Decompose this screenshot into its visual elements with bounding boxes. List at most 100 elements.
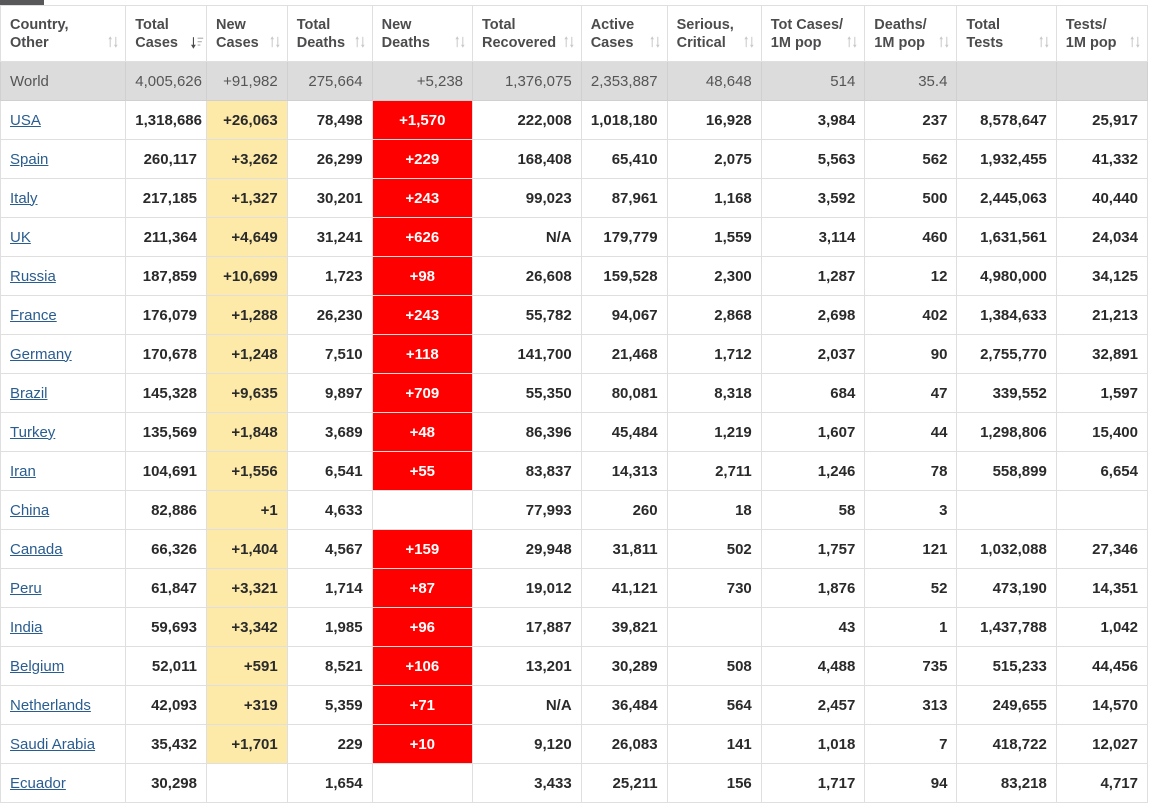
- cell-tests-per-1m: [1055, 61, 1149, 101]
- sort-both-icon[interactable]: [354, 35, 366, 49]
- column-header-serious-critical[interactable]: Serious, Critical: [666, 5, 762, 62]
- cell-total-deaths: 275,664: [286, 61, 373, 101]
- country-link[interactable]: Iran: [10, 463, 36, 480]
- sort-both-icon[interactable]: [107, 35, 119, 49]
- cell-country[interactable]: Ecuador: [0, 763, 127, 803]
- column-header-new-cases[interactable]: New Cases: [205, 5, 288, 62]
- sort-both-icon[interactable]: [563, 35, 575, 49]
- cell-total-deaths: 4,633: [286, 490, 373, 530]
- cell-country[interactable]: Canada: [0, 529, 127, 569]
- country-link[interactable]: USA: [10, 112, 41, 129]
- country-link[interactable]: Russia: [10, 268, 56, 285]
- cell-tot-cases-per-1m: 1,246: [760, 451, 866, 491]
- country-link[interactable]: Brazil: [10, 385, 48, 402]
- sort-both-icon[interactable]: [454, 35, 466, 49]
- cell-new-cases: +91,982: [205, 61, 288, 101]
- column-header-total-tests[interactable]: Total Tests: [956, 5, 1057, 62]
- country-link[interactable]: Belgium: [10, 658, 64, 675]
- cell-country[interactable]: Turkey: [0, 412, 127, 452]
- country-link[interactable]: France: [10, 307, 57, 324]
- sort-both-icon[interactable]: [269, 35, 281, 49]
- cell-deaths-per-1m: 78: [864, 451, 958, 491]
- cell-total-tests: 1,032,088: [956, 529, 1057, 569]
- cell-country[interactable]: Italy: [0, 178, 127, 218]
- sort-both-icon[interactable]: [938, 35, 950, 49]
- cell-total-cases: 61,847: [125, 568, 207, 608]
- cell-country[interactable]: Peru: [0, 568, 127, 608]
- cell-country[interactable]: Spain: [0, 139, 127, 179]
- column-header-tests-per-1m[interactable]: Tests/ 1M pop: [1055, 5, 1149, 62]
- country-link[interactable]: Saudi Arabia: [10, 736, 95, 753]
- column-header-label: Total Cases: [135, 16, 178, 51]
- cell-deaths-per-1m: 47: [864, 373, 958, 413]
- table-row: USA 1,318,686 +26,063 78,498 +1,570 222,008 1,…: [0, 100, 1149, 140]
- country-link[interactable]: Peru: [10, 580, 42, 597]
- cell-total-cases: 135,569: [125, 412, 207, 452]
- cell-total-tests: 4,980,000: [956, 256, 1057, 296]
- cell-country[interactable]: Netherlands: [0, 685, 127, 725]
- sort-both-icon[interactable]: [743, 35, 755, 49]
- cell-country[interactable]: USA: [0, 100, 127, 140]
- country-link[interactable]: Spain: [10, 151, 48, 168]
- cell-tot-cases-per-1m: 2,698: [760, 295, 866, 335]
- cell-country[interactable]: India: [0, 607, 127, 647]
- cell-total-deaths: 26,299: [286, 139, 373, 179]
- country-link[interactable]: China: [10, 502, 49, 519]
- cell-country[interactable]: France: [0, 295, 127, 335]
- country-link[interactable]: Germany: [10, 346, 72, 363]
- cell-new-cases: +1: [205, 490, 288, 530]
- cell-total-tests: 418,722: [956, 724, 1057, 764]
- cell-serious-critical: 1,559: [666, 217, 762, 257]
- cell-country[interactable]: Brazil: [0, 373, 127, 413]
- cell-country[interactable]: Iran: [0, 451, 127, 491]
- cell-serious-critical: 2,300: [666, 256, 762, 296]
- cell-country[interactable]: UK: [0, 217, 127, 257]
- cell-country[interactable]: Belgium: [0, 646, 127, 686]
- column-header-new-deaths[interactable]: New Deaths: [371, 5, 474, 62]
- table-header: Country, Other Total Cases New Cases Total …: [0, 5, 1149, 62]
- column-header-country-other[interactable]: Country, Other: [0, 5, 127, 62]
- sort-both-icon[interactable]: [1038, 35, 1050, 49]
- country-link[interactable]: Ecuador: [10, 775, 66, 792]
- column-header-total-deaths[interactable]: Total Deaths: [286, 5, 373, 62]
- cell-country[interactable]: Germany: [0, 334, 127, 374]
- cell-total-tests: 1,384,633: [956, 295, 1057, 335]
- cell-active-cases: 80,081: [580, 373, 668, 413]
- country-link[interactable]: India: [10, 619, 43, 636]
- cell-tests-per-1m: 32,891: [1055, 334, 1149, 374]
- country-link[interactable]: Netherlands: [10, 697, 91, 714]
- table-row: Peru 61,847 +3,321 1,714 +87 19,012 41,121 730 1…: [0, 568, 1149, 608]
- cell-total-recovered: 99,023: [472, 178, 582, 218]
- cell-country[interactable]: Saudi Arabia: [0, 724, 127, 764]
- column-header-deaths-per-1m[interactable]: Deaths/ 1M pop: [864, 5, 958, 62]
- cell-active-cases: 26,083: [580, 724, 668, 764]
- cell-total-recovered: 168,408: [472, 139, 582, 179]
- sort-both-icon[interactable]: [649, 35, 661, 49]
- cell-serious-critical: 48,648: [666, 61, 762, 101]
- column-header-tot-cases-per-1m[interactable]: Tot Cases/ 1M pop: [760, 5, 866, 62]
- cell-tot-cases-per-1m: 1,757: [760, 529, 866, 569]
- cell-tests-per-1m: 25,917: [1055, 100, 1149, 140]
- cell-total-recovered: 86,396: [472, 412, 582, 452]
- cell-tests-per-1m: 41,332: [1055, 139, 1149, 179]
- column-header-total-cases[interactable]: Total Cases: [125, 5, 207, 62]
- cell-country[interactable]: China: [0, 490, 127, 530]
- cell-total-recovered: 9,120: [472, 724, 582, 764]
- cell-total-deaths: 31,241: [286, 217, 373, 257]
- sort-descending-icon[interactable]: [190, 36, 204, 50]
- country-link[interactable]: Italy: [10, 190, 38, 207]
- cell-tot-cases-per-1m: 58: [760, 490, 866, 530]
- column-header-active-cases[interactable]: Active Cases: [580, 5, 668, 62]
- column-header-total-recovered[interactable]: Total Recovered: [472, 5, 582, 62]
- cell-country[interactable]: Russia: [0, 256, 127, 296]
- sort-both-icon[interactable]: [846, 35, 858, 49]
- cell-tests-per-1m: 40,440: [1055, 178, 1149, 218]
- country-link[interactable]: UK: [10, 229, 31, 246]
- country-link[interactable]: Turkey: [10, 424, 55, 441]
- country-link[interactable]: Canada: [10, 541, 63, 558]
- sort-both-icon[interactable]: [1129, 35, 1141, 49]
- table-row: Iran 104,691 +1,556 6,541 +55 83,837 14,313 2,7…: [0, 451, 1149, 491]
- cell-tot-cases-per-1m: 3,592: [760, 178, 866, 218]
- cell-total-cases: 52,011: [125, 646, 207, 686]
- cell-total-recovered: N/A: [472, 685, 582, 725]
